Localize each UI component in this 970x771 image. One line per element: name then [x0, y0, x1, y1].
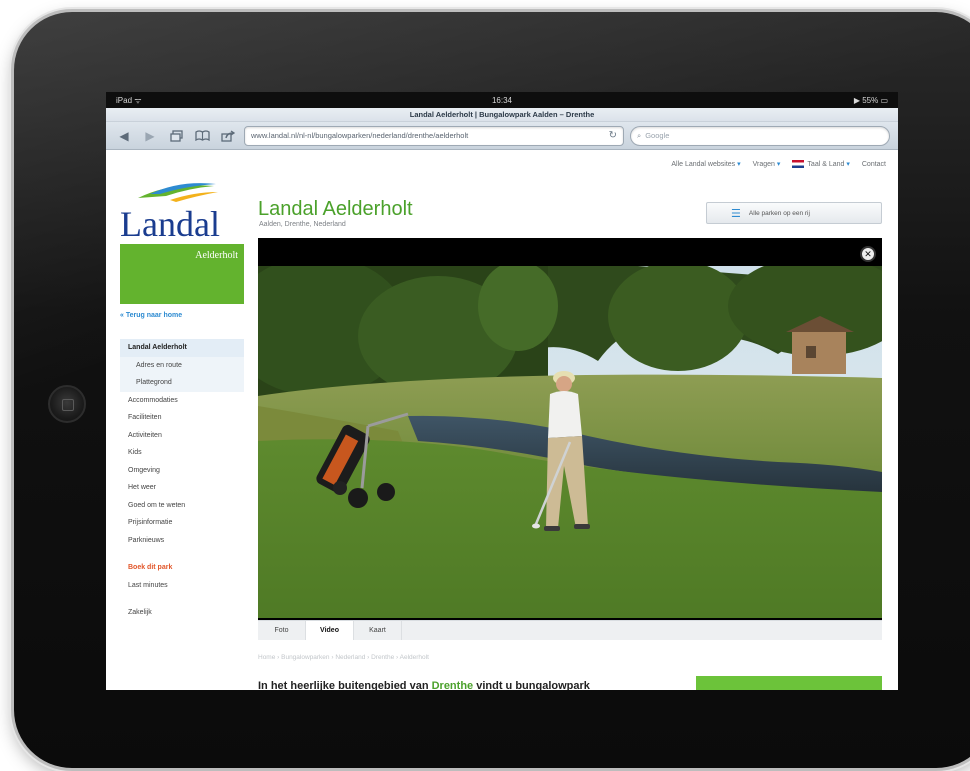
- back-home-link[interactable]: « Terug naar home: [120, 312, 244, 319]
- reload-icon[interactable]: ↻: [609, 130, 617, 141]
- sidebar-item-kids[interactable]: Kids: [120, 444, 244, 462]
- home-button[interactable]: [48, 385, 86, 423]
- top-navigation: Alle Landal websites ▾ Vragen ▾ Taal & L…: [671, 160, 886, 169]
- sidebar-item-landal-aelderholt[interactable]: Landal Aelderholt: [120, 339, 244, 357]
- logo-brand-text: Landal: [120, 204, 220, 244]
- battery-indicator: ▶ 55% ▭: [853, 95, 888, 105]
- search-input[interactable]: ⌕ Google: [630, 125, 890, 146]
- headline-place-link[interactable]: Drenthe: [432, 680, 474, 690]
- status-bar: iPad ᯤ 16:34 ▶ 55% ▭: [106, 92, 898, 108]
- book-park-link[interactable]: Boek dit park: [120, 559, 244, 577]
- chevron-down-icon: ▾: [737, 161, 741, 169]
- dutch-flag-icon: [792, 160, 805, 169]
- all-parks-button[interactable]: ☰ Alle parken op een rij: [706, 202, 882, 224]
- tabs-icon[interactable]: [166, 127, 186, 145]
- page-title: Landal Aelderholt: [258, 198, 413, 220]
- sidebar-item-activiteiten[interactable]: Activiteiten: [120, 427, 244, 445]
- page-title-bar: Landal Aelderholt | Bungalowpark Aalden …: [106, 108, 898, 122]
- business-link[interactable]: Zakelijk: [120, 604, 244, 622]
- search-placeholder: Google: [645, 131, 670, 140]
- clock: 16:34: [491, 95, 513, 105]
- landal-logo[interactable]: Landal Aelderholt: [120, 180, 244, 304]
- search-icon: ⌕: [637, 130, 642, 140]
- all-parks-label: Alle parken op een rij: [748, 209, 810, 217]
- webpage: Alle Landal websites ▾ Vragen ▾ Taal & L…: [106, 150, 898, 690]
- forward-arrow-icon[interactable]: ▶: [140, 127, 160, 145]
- chevron-down-icon: ▾: [776, 161, 781, 169]
- questions-link[interactable]: Vragen ▾: [753, 160, 781, 168]
- bookmarks-icon[interactable]: [192, 127, 212, 145]
- close-icon[interactable]: ✕: [860, 246, 876, 262]
- sidebar-item-accommodaties[interactable]: Accommodaties: [120, 392, 244, 410]
- headline-prefix: In het heerlijke buitengebied van: [258, 680, 432, 690]
- booking-panel[interactable]: [696, 676, 882, 690]
- last-minutes-link[interactable]: Last minutes: [120, 577, 244, 595]
- language-link[interactable]: Taal & Land ▾: [792, 160, 850, 169]
- logo-park-box: Aelderholt: [120, 244, 244, 304]
- tab-video[interactable]: Video: [306, 621, 354, 640]
- sidebar-item-faciliteiten[interactable]: Faciliteiten: [120, 409, 244, 427]
- carrier-label: iPad ᯤ: [116, 95, 142, 105]
- url-text: www.landal.nl/nl-nl/bungalowparken/neder…: [251, 131, 469, 140]
- questions-label: Vragen: [752, 161, 775, 169]
- sidebar-item-het-weer[interactable]: Het weer: [120, 479, 244, 497]
- address-bar[interactable]: www.landal.nl/nl-nl/bungalowparken/neder…: [244, 125, 624, 146]
- tab-foto[interactable]: Foto: [258, 621, 306, 640]
- all-sites-label: Alle Landal websites: [671, 161, 736, 169]
- video-frame: [258, 266, 882, 618]
- back-arrow-icon[interactable]: ◀: [114, 127, 134, 145]
- language-label: Taal & Land: [807, 161, 845, 168]
- park-location: Aalden, Drenthe, Nederland: [259, 221, 346, 228]
- sidebar: « Terug naar home Landal Aelderholt Adre…: [120, 312, 244, 622]
- sidebar-item-parknieuws[interactable]: Parknieuws: [120, 532, 244, 550]
- sidebar-item-prijsinformatie[interactable]: Prijsinformatie: [120, 514, 244, 532]
- ipad-screen: iPad ᯤ 16:34 ▶ 55% ▭ Landal Aelderholt |…: [106, 92, 898, 690]
- sidebar-item-plattegrond[interactable]: Plattegrond: [120, 374, 244, 392]
- tab-kaart[interactable]: Kaart: [354, 621, 402, 640]
- golf-scene-image: [258, 266, 882, 618]
- logo-park-text: Aelderholt: [195, 250, 238, 261]
- list-icon: ☰: [731, 207, 741, 220]
- chevron-down-icon: ▾: [846, 161, 850, 168]
- all-sites-link[interactable]: Alle Landal websites ▾: [671, 160, 740, 168]
- sidebar-item-omgeving[interactable]: Omgeving: [120, 462, 244, 480]
- headline-suffix: vindt u bungalowpark: [473, 680, 590, 690]
- contact-link[interactable]: Contact: [862, 161, 886, 168]
- video-player[interactable]: ✕: [258, 238, 882, 620]
- breadcrumb: Home › Bungalowparken › Nederland › Dren…: [258, 654, 429, 661]
- logo-swoosh-icon: [120, 180, 244, 206]
- safari-toolbar: ◀ ▶ www.landal.nl/nl-nl/bungalowparken/n…: [106, 122, 898, 150]
- media-tabs: Foto Video Kaart: [258, 620, 882, 640]
- sidebar-item-goed-om-te-weten[interactable]: Goed om te weten: [120, 497, 244, 515]
- intro-headline: In het heerlijke buitengebied van Drenth…: [258, 680, 590, 690]
- sidebar-item-adres-en-route[interactable]: Adres en route: [120, 356, 244, 374]
- share-icon[interactable]: [218, 127, 238, 145]
